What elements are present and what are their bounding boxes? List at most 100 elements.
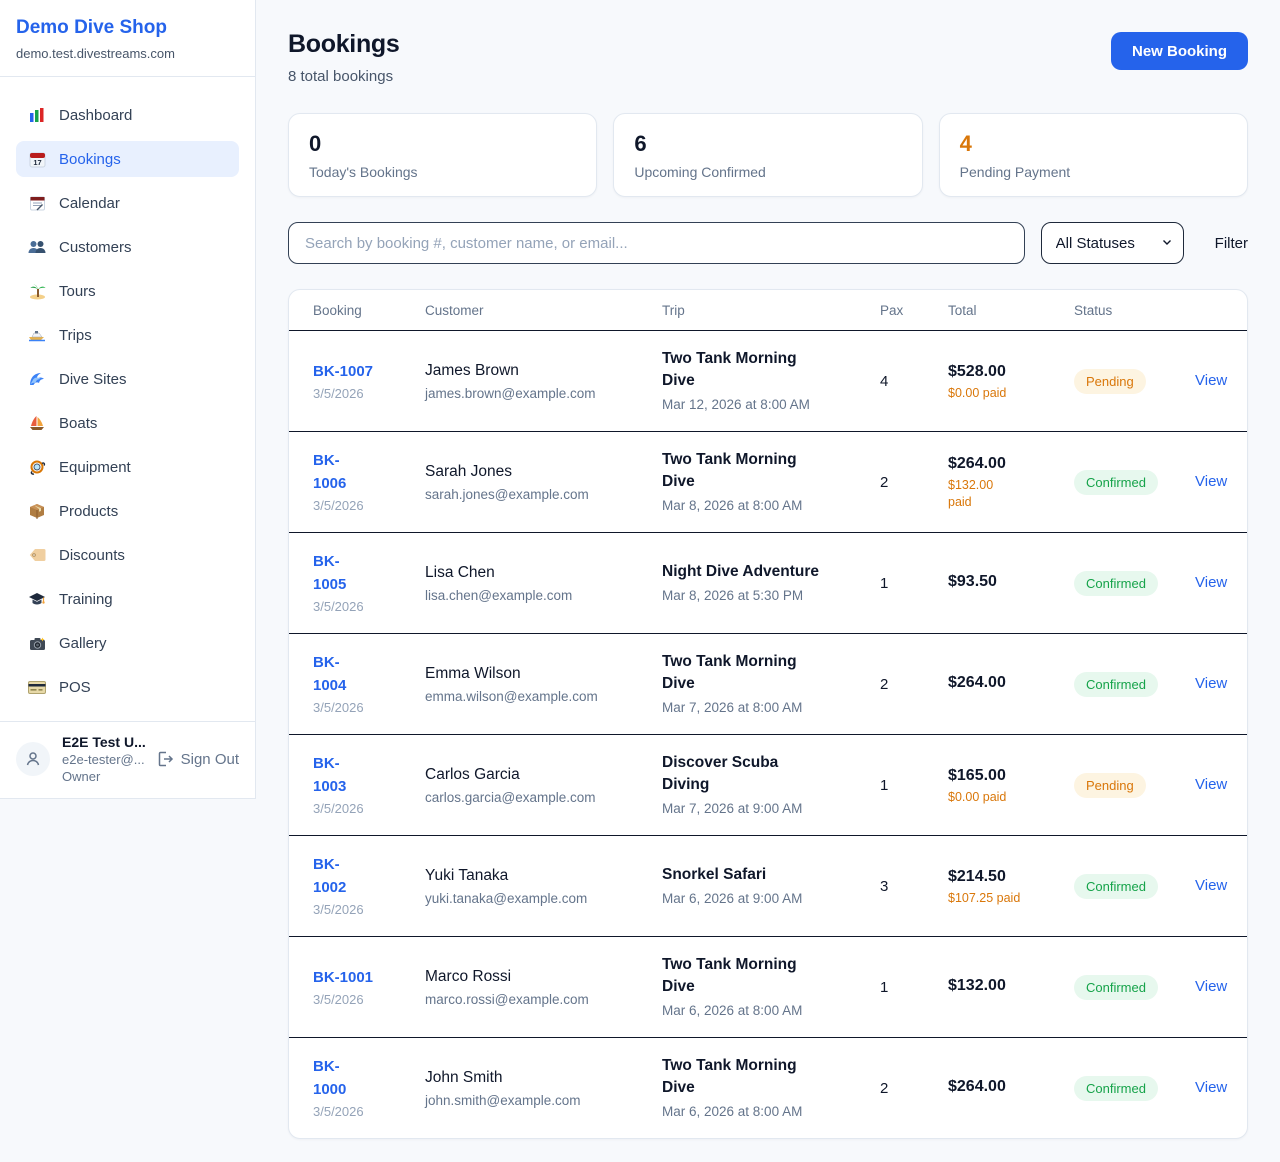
view-link[interactable]: View <box>1195 675 1227 692</box>
status-badge: Pending <box>1074 369 1146 394</box>
col-header-booking: Booking <box>313 303 425 318</box>
pax-cell: 2 <box>880 1080 948 1097</box>
view-link[interactable]: View <box>1195 1079 1227 1096</box>
total-cell: $264.00 $132.00 paid <box>948 453 1074 511</box>
avatar <box>16 742 50 776</box>
total-cell: $264.00 <box>948 672 1074 696</box>
total-amount: $214.50 <box>948 866 1062 887</box>
stat-label: Pending Payment <box>960 164 1227 180</box>
graduation-cap-icon <box>28 590 46 608</box>
status-cell: Pending <box>1074 369 1195 394</box>
stat-value: 4 <box>960 131 1227 157</box>
sidebar-item-pos[interactable]: POS <box>16 669 239 705</box>
table-row: BK- 1002 3/5/2026 Yuki Tanaka yuki.tanak… <box>289 836 1247 937</box>
trip-date: Mar 8, 2026 at 5:30 PM <box>662 586 868 605</box>
camera-icon <box>28 634 46 652</box>
user-name: E2E Test U... <box>62 734 145 750</box>
sidebar-item-label: POS <box>59 679 91 696</box>
status-badge: Confirmed <box>1074 874 1158 899</box>
stat-value: 0 <box>309 131 576 157</box>
view-link[interactable]: View <box>1195 574 1227 591</box>
trip-date: Mar 6, 2026 at 9:00 AM <box>662 889 868 908</box>
sidebar-item-calendar[interactable]: Calendar <box>16 185 239 221</box>
sidebar-item-bookings[interactable]: 17 Bookings <box>16 141 239 177</box>
stats-row: 0 Today's Bookings 6 Upcoming Confirmed … <box>288 113 1248 197</box>
trip-cell: Two Tank Morning Dive Mar 6, 2026 at 8:0… <box>662 1055 880 1121</box>
table-row: BK-1007 3/5/2026 James Brown james.brown… <box>289 331 1247 432</box>
view-link[interactable]: View <box>1195 978 1227 995</box>
sidebar-item-gallery[interactable]: Gallery <box>16 625 239 661</box>
sidebar-item-trips[interactable]: Trips <box>16 317 239 353</box>
customer-name: Lisa Chen <box>425 562 650 583</box>
total-cell: $214.50 $107.25 paid <box>948 866 1074 907</box>
booking-id-link[interactable]: BK- 1006 <box>313 449 346 495</box>
view-link[interactable]: View <box>1195 473 1227 490</box>
sidebar-item-equipment[interactable]: Equipment <box>16 449 239 485</box>
sidebar-item-label: Tours <box>59 283 96 300</box>
page-subtitle: 8 total bookings <box>288 68 400 85</box>
customer-cell: Yuki Tanaka yuki.tanaka@example.com <box>425 865 662 908</box>
customer-name: Sarah Jones <box>425 461 650 482</box>
trip-cell: Two Tank Morning Dive Mar 12, 2026 at 8:… <box>662 348 880 414</box>
sidebar: Demo Dive Shop demo.test.divestreams.com… <box>0 0 256 799</box>
status-select[interactable]: All Statuses <box>1041 222 1184 264</box>
booking-id-link[interactable]: BK- 1002 <box>313 853 346 899</box>
filter-button[interactable]: Filter <box>1215 235 1248 252</box>
table-header-row: Booking Customer Trip Pax Total Status <box>289 290 1247 331</box>
sidebar-item-training[interactable]: Training <box>16 581 239 617</box>
stat-label: Upcoming Confirmed <box>634 164 901 180</box>
booking-id-link[interactable]: BK- 1004 <box>313 651 346 697</box>
total-amount: $264.00 <box>948 672 1062 693</box>
stat-card-upcoming-confirmed: 6 Upcoming Confirmed <box>613 113 922 197</box>
page-header: Bookings 8 total bookings New Booking <box>288 30 1248 85</box>
customer-cell: Marco Rossi marco.rossi@example.com <box>425 966 662 1009</box>
customer-name: Carlos Garcia <box>425 764 650 785</box>
sidebar-item-boats[interactable]: Boats <box>16 405 239 441</box>
package-icon <box>28 502 46 520</box>
booking-id-link[interactable]: BK- 1003 <box>313 752 346 798</box>
booking-date: 3/5/2026 <box>313 991 413 1009</box>
booking-date: 3/5/2026 <box>313 385 413 403</box>
booking-date: 3/5/2026 <box>313 598 413 616</box>
search-input[interactable] <box>288 222 1025 264</box>
speedboat-icon <box>28 326 46 344</box>
actions-cell: View <box>1195 372 1239 390</box>
status-cell: Confirmed <box>1074 975 1195 1000</box>
booking-cell: BK- 1000 3/5/2026 <box>313 1055 425 1121</box>
sidebar-item-discounts[interactable]: Discounts <box>16 537 239 573</box>
booking-id-link[interactable]: BK- 1005 <box>313 550 346 596</box>
new-booking-button[interactable]: New Booking <box>1111 32 1248 70</box>
status-badge: Pending <box>1074 773 1146 798</box>
col-header-pax: Pax <box>880 303 948 318</box>
booking-id-link[interactable]: BK- 1000 <box>313 1055 346 1101</box>
customer-email: lisa.chen@example.com <box>425 587 650 605</box>
sidebar-item-products[interactable]: Products <box>16 493 239 529</box>
view-link[interactable]: View <box>1195 776 1227 793</box>
booking-date: 3/5/2026 <box>313 699 413 717</box>
sidebar-item-dashboard[interactable]: Dashboard <box>16 97 239 133</box>
total-cell: $528.00 $0.00 paid <box>948 361 1074 402</box>
trip-cell: Two Tank Morning Dive Mar 7, 2026 at 8:0… <box>662 651 880 717</box>
sidebar-item-tours[interactable]: Tours <box>16 273 239 309</box>
view-link[interactable]: View <box>1195 372 1227 389</box>
sidebar-item-dive-sites[interactable]: Dive Sites <box>16 361 239 397</box>
trip-name: Two Tank Morning Dive <box>662 1055 868 1099</box>
pax-cell: 2 <box>880 474 948 491</box>
view-link[interactable]: View <box>1195 877 1227 894</box>
paid-amount: $132.00 paid <box>948 477 1062 511</box>
booking-id-link[interactable]: BK-1007 <box>313 360 373 383</box>
trip-name: Two Tank Morning Dive <box>662 348 868 392</box>
sidebar-nav: Dashboard 17 Bookings Calendar Customers… <box>0 77 255 721</box>
sidebar-item-label: Dive Sites <box>59 371 127 388</box>
pax-cell: 3 <box>880 878 948 895</box>
booking-id-link[interactable]: BK-1001 <box>313 966 373 989</box>
sign-out-button[interactable]: Sign Out <box>157 751 239 768</box>
page-title: Bookings <box>288 30 400 59</box>
customer-cell: Lisa Chen lisa.chen@example.com <box>425 562 662 605</box>
calendar-icon <box>28 194 46 212</box>
col-header-total: Total <box>948 303 1074 318</box>
total-cell: $93.50 <box>948 571 1074 595</box>
customer-email: carlos.garcia@example.com <box>425 789 650 807</box>
trip-name: Discover Scuba Diving <box>662 752 868 796</box>
sidebar-item-customers[interactable]: Customers <box>16 229 239 265</box>
